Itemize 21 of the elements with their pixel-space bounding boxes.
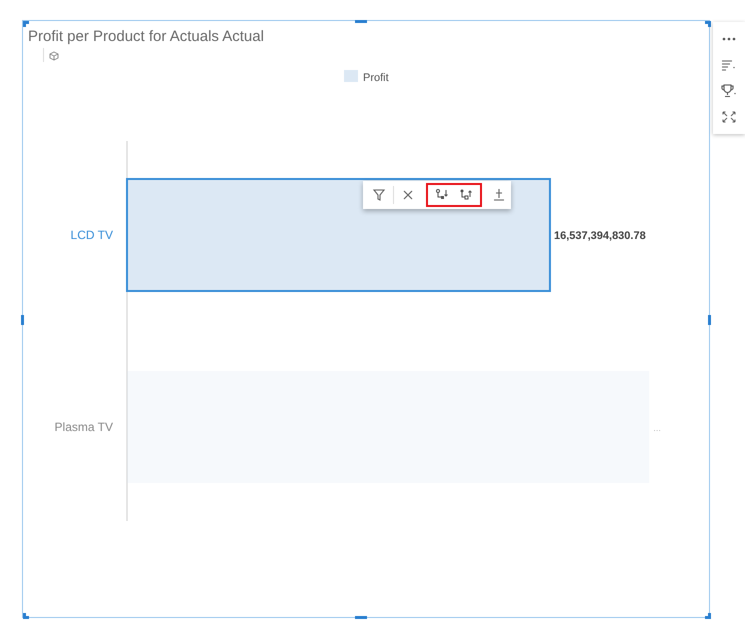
widget-title: Profit per Product for Actuals Actual <box>28 28 264 45</box>
value-label: … <box>653 424 662 433</box>
legend-label: Profit <box>363 72 389 84</box>
filter-icon <box>372 188 386 202</box>
pin-icon <box>492 188 506 202</box>
fullscreen-icon <box>721 110 737 124</box>
category-label[interactable]: LCD TV <box>70 228 113 242</box>
category-label[interactable]: Plasma TV <box>54 420 113 434</box>
resize-handle[interactable] <box>355 20 367 23</box>
close-icon <box>401 188 416 202</box>
value-label: 16,537,394,830.78 <box>554 230 646 242</box>
cube-icon <box>49 51 59 61</box>
legend-swatch <box>344 70 358 82</box>
trophy-icon <box>721 84 737 98</box>
bar[interactable] <box>126 178 551 292</box>
resize-handle[interactable] <box>21 315 24 325</box>
resize-handle[interactable] <box>708 315 711 325</box>
hierarchy-up-icon <box>458 188 473 202</box>
resize-handle[interactable] <box>355 616 367 619</box>
sort-icon <box>721 58 737 72</box>
hierarchy-down-icon <box>434 188 449 202</box>
